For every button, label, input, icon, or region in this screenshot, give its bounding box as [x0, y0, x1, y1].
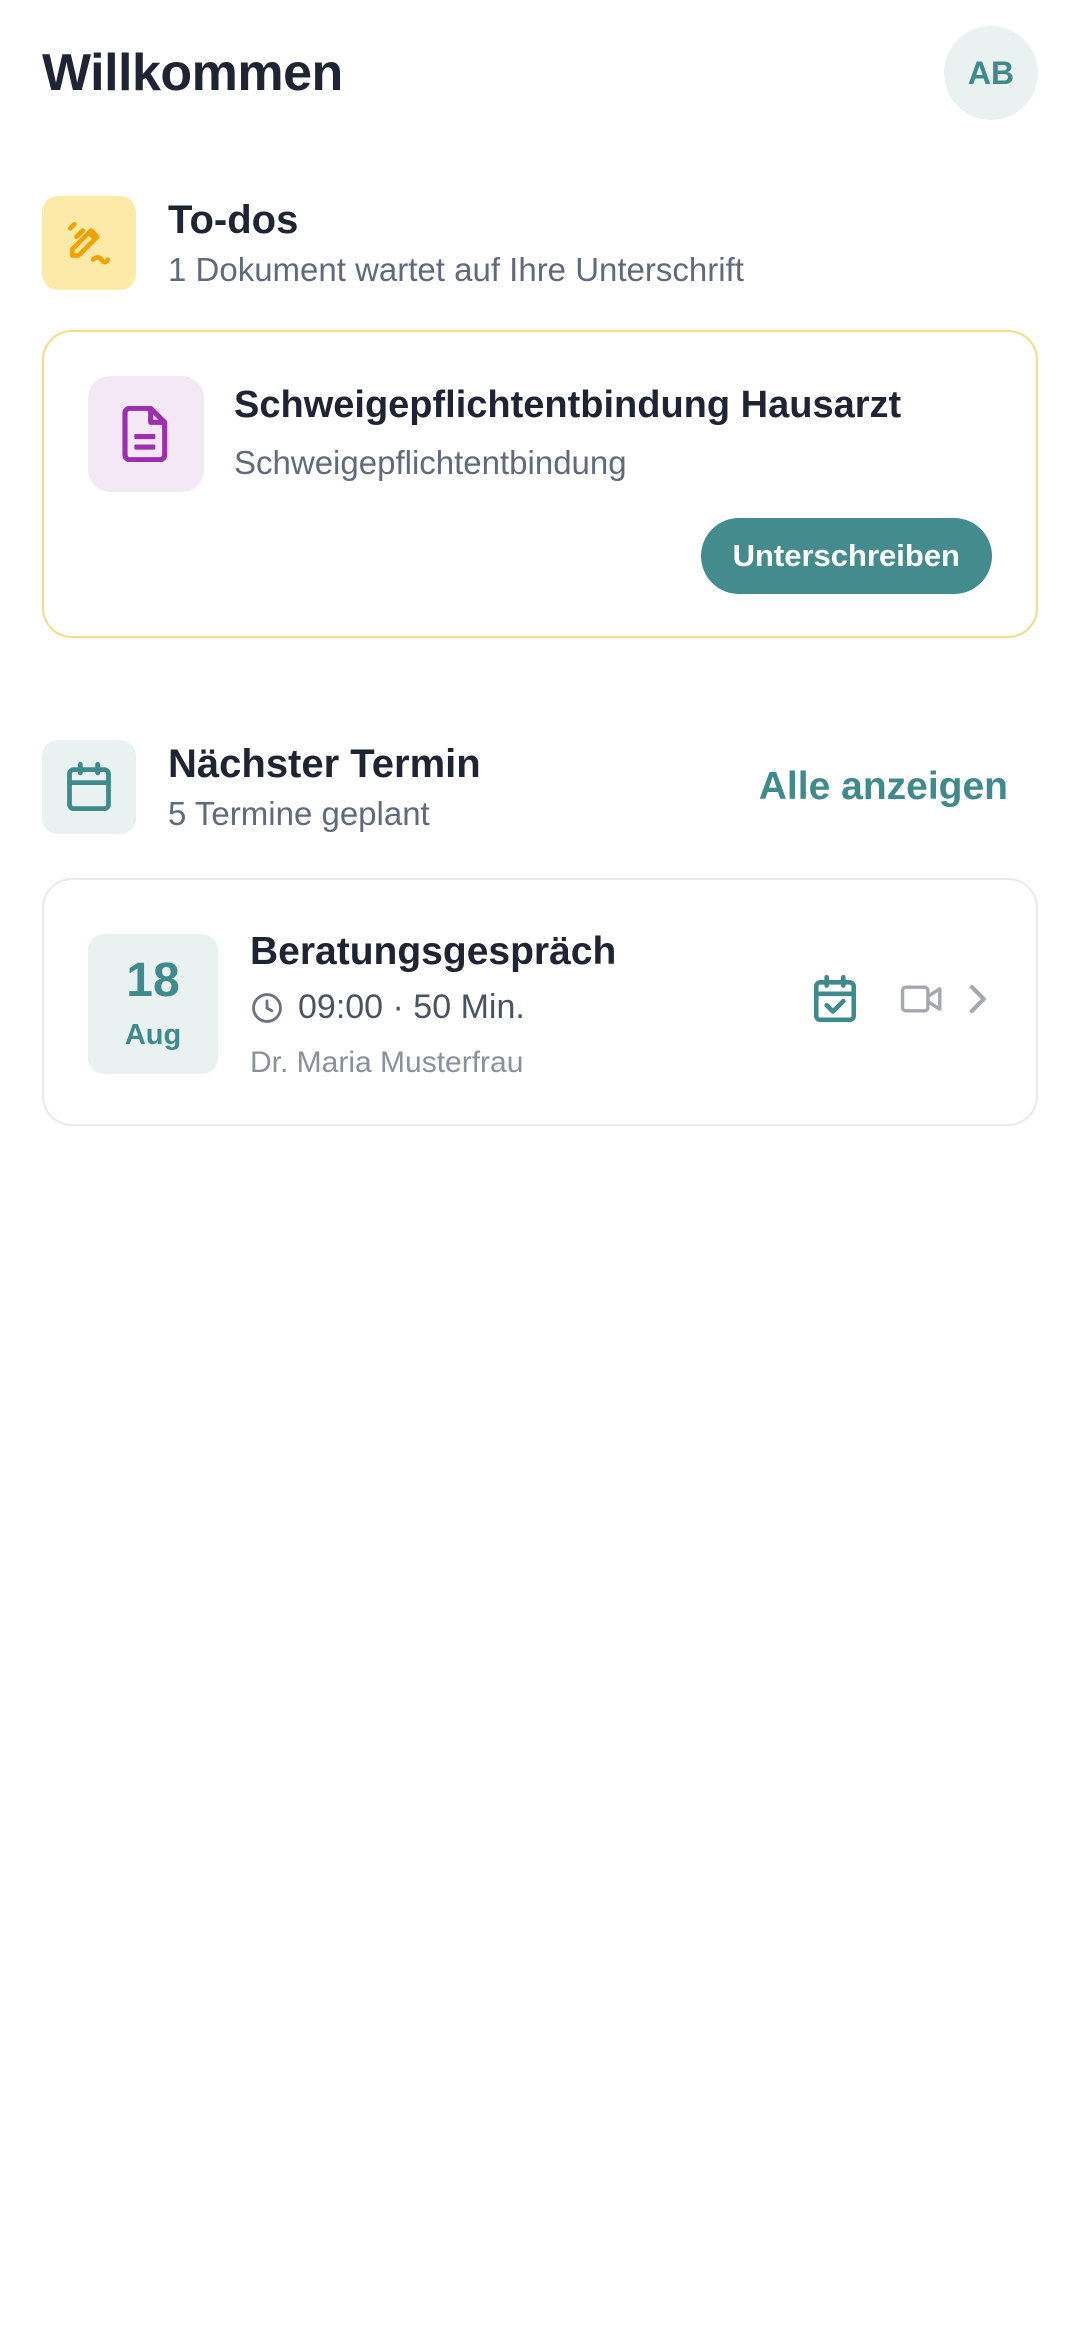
- page-title: Willkommen: [42, 44, 343, 102]
- home-screen: Willkommen AB To-dos 1 Dokument wartet a…: [0, 0, 1080, 2338]
- signature-icon: [42, 196, 136, 290]
- chevron-right-icon[interactable]: [966, 982, 988, 1016]
- todos-section-header: To-dos 1 Dokument wartet auf Ihre Unters…: [42, 196, 1038, 290]
- appointment-card[interactable]: 18 Aug Beratungsgespräch 09:00 · 50 Min.…: [42, 878, 1038, 1126]
- appointments-subtitle: 5 Termine geplant: [168, 795, 430, 832]
- todo-card[interactable]: Schweigepflichtentbindung Hausarzt Schwe…: [42, 330, 1038, 638]
- date-badge: 18 Aug: [88, 934, 218, 1074]
- appointment-title: Beratungsgespräch: [250, 930, 617, 973]
- appointments-section-header: Nächster Termin 5 Termine geplant Alle a…: [42, 740, 1038, 834]
- document-title: Schweigepflichtentbindung Hausarzt: [234, 384, 902, 426]
- appointment-doctor: Dr. Maria Musterfrau: [250, 1046, 524, 1079]
- avatar[interactable]: AB: [944, 26, 1038, 120]
- clock-icon: [252, 992, 282, 1023]
- document-icon: [88, 376, 204, 492]
- show-all-link[interactable]: Alle anzeigen: [759, 765, 1008, 809]
- document-subtitle: Schweigepflichtentbindung: [234, 444, 627, 481]
- appointment-actions: [812, 974, 988, 1024]
- todos-title: To-dos: [168, 198, 299, 242]
- video-camera-icon[interactable]: [900, 983, 944, 1015]
- date-month: Aug: [124, 1018, 182, 1051]
- date-day: 18: [126, 953, 180, 1007]
- sign-button[interactable]: Unterschreiben: [700, 518, 992, 594]
- todos-subtitle: 1 Dokument wartet auf Ihre Unterschrift: [168, 251, 744, 288]
- header: Willkommen AB: [42, 26, 1038, 120]
- appointment-time-row: 09:00 · 50 Min.: [250, 988, 525, 1027]
- appointments-title: Nächster Termin: [168, 742, 481, 786]
- calendar-icon: [42, 740, 136, 834]
- appointment-time: 09:00 · 50 Min.: [298, 988, 525, 1026]
- calendar-check-icon[interactable]: [812, 974, 858, 1024]
